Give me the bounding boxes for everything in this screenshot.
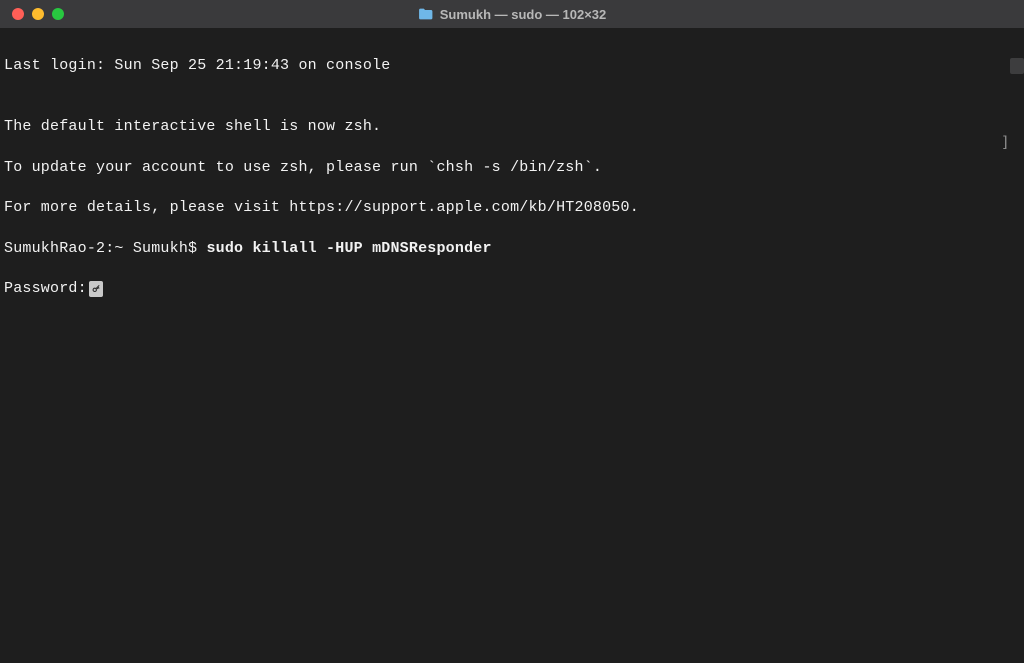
window-titlebar: Sumukh — sudo — 102×32 [0, 0, 1024, 28]
shell-command: sudo killall -HUP mDNSResponder [206, 240, 491, 257]
traffic-lights [12, 8, 64, 20]
terminal-line-last-login: Last login: Sun Sep 25 21:19:43 on conso… [4, 56, 1020, 76]
password-label: Password: [4, 279, 87, 299]
scrollbar-thumb[interactable] [1010, 58, 1024, 74]
zoom-button[interactable] [52, 8, 64, 20]
terminal-body[interactable]: Last login: Sun Sep 25 21:19:43 on conso… [0, 28, 1024, 663]
minimize-button[interactable] [32, 8, 44, 20]
terminal-line-zsh2: To update your account to use zsh, pleas… [4, 158, 1020, 178]
key-icon [89, 281, 103, 297]
terminal-prompt-line: SumukhRao-2:~ Sumukh$ sudo killall -HUP … [4, 239, 1020, 259]
folder-icon [418, 7, 434, 21]
terminal-line-zsh3: For more details, please visit https://s… [4, 198, 1020, 218]
line-wrap-indicator: ] [1001, 132, 1010, 152]
window-title-text: Sumukh — sudo — 102×32 [440, 7, 607, 22]
window-title: Sumukh — sudo — 102×32 [418, 7, 607, 22]
terminal-password-line: Password: [4, 279, 1020, 299]
shell-prompt: SumukhRao-2:~ Sumukh$ [4, 240, 206, 257]
close-button[interactable] [12, 8, 24, 20]
terminal-line-zsh1: The default interactive shell is now zsh… [4, 117, 1020, 137]
